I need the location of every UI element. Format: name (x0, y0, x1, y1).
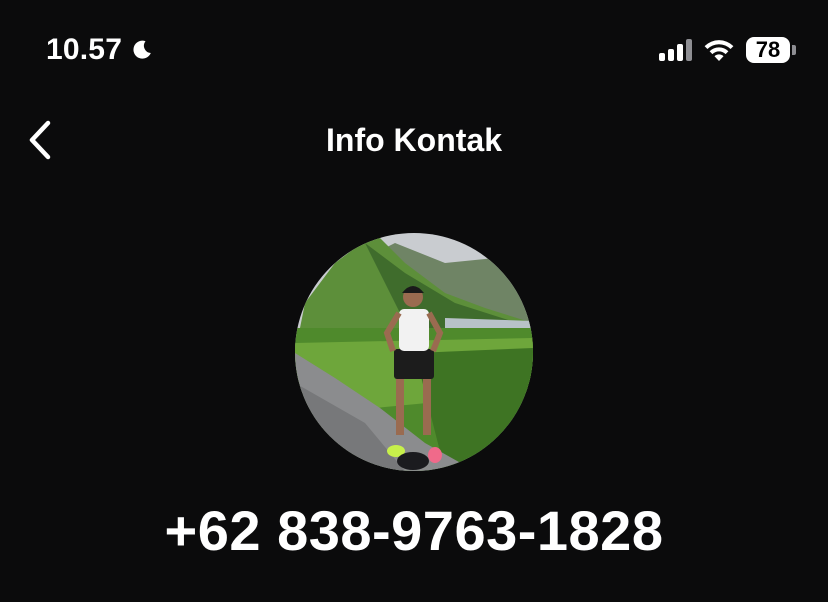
moon-icon (133, 40, 151, 59)
battery-cap (792, 45, 796, 55)
time-text: 10.57 (46, 33, 123, 66)
profile-photo (295, 233, 533, 471)
status-bar-indicators: 78 (659, 34, 796, 66)
status-bar-time: 10.57 (46, 30, 154, 70)
avatar[interactable] (295, 233, 533, 471)
battery-icon: 78 (746, 37, 796, 63)
contact-phone-number: +62 838-9763-1828 (164, 499, 664, 562)
battery-level: 78 (746, 37, 790, 63)
signal-icon (659, 39, 692, 61)
page-title: Info Kontak (326, 122, 502, 158)
wifi-icon (704, 40, 734, 61)
